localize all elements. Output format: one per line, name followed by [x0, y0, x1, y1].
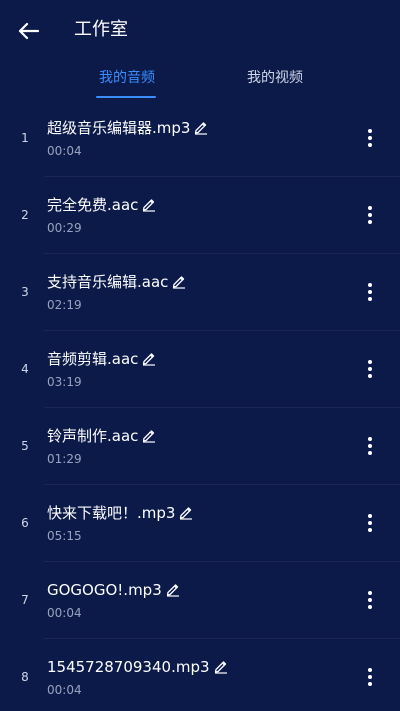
- list-item[interactable]: 5 铃声制作.aac 01:29: [0, 408, 400, 485]
- edit-pencil-icon[interactable]: [193, 119, 209, 135]
- item-index: 6: [21, 516, 29, 530]
- item-index: 3: [21, 285, 29, 299]
- more-vertical-icon: [368, 591, 372, 609]
- item-index: 4: [21, 362, 29, 376]
- item-name-text: 支持音乐编辑.aac: [47, 273, 169, 291]
- edit-pencil-icon[interactable]: [171, 273, 187, 289]
- item-name: GOGOGO!.mp3: [47, 580, 181, 600]
- edit-pencil-icon[interactable]: [213, 658, 229, 674]
- item-name-text: 铃声制作.aac: [47, 427, 139, 445]
- item-name-text: 快来下载吧！.mp3: [47, 504, 176, 522]
- list-item[interactable]: 1 超级音乐编辑器.mp3 00:04: [0, 100, 400, 177]
- more-vertical-icon: [368, 514, 372, 532]
- more-options-button[interactable]: [360, 511, 380, 535]
- item-name: 超级音乐编辑器.mp3: [47, 118, 209, 138]
- item-name: 完全免费.aac: [47, 195, 157, 215]
- list-item[interactable]: 8 1545728709340.mp3 00:04: [0, 639, 400, 711]
- item-duration: 00:04: [47, 144, 82, 158]
- more-vertical-icon: [368, 129, 372, 147]
- edit-pencil-icon[interactable]: [141, 427, 157, 443]
- list-item[interactable]: 4 音频剪辑.aac 03:19: [0, 331, 400, 408]
- item-duration: 03:19: [47, 375, 82, 389]
- more-vertical-icon: [368, 283, 372, 301]
- item-name-text: 音频剪辑.aac: [47, 350, 139, 368]
- item-index: 5: [21, 439, 29, 453]
- item-name: 1545728709340.mp3: [47, 657, 229, 677]
- item-name-text: 1545728709340.mp3: [47, 658, 210, 676]
- back-button[interactable]: [14, 17, 42, 45]
- list-item[interactable]: 6 快来下载吧！.mp3 05:15: [0, 485, 400, 562]
- item-name-text: 完全免费.aac: [47, 196, 139, 214]
- item-index: 7: [21, 593, 29, 607]
- tab-my-audio[interactable]: 我的音频: [96, 68, 158, 88]
- more-vertical-icon: [368, 360, 372, 378]
- item-duration: 00:04: [47, 683, 82, 697]
- item-name-text: GOGOGO!.mp3: [47, 581, 162, 599]
- list-item[interactable]: 3 支持音乐编辑.aac 02:19: [0, 254, 400, 331]
- item-duration: 05:15: [47, 529, 82, 543]
- more-vertical-icon: [368, 206, 372, 224]
- item-name: 音频剪辑.aac: [47, 349, 157, 369]
- item-duration: 00:29: [47, 221, 82, 235]
- list-item[interactable]: 7 GOGOGO!.mp3 00:04: [0, 562, 400, 639]
- more-options-button[interactable]: [360, 203, 380, 227]
- item-duration: 01:29: [47, 452, 82, 466]
- edit-pencil-icon[interactable]: [178, 504, 194, 520]
- item-name: 快来下载吧！.mp3: [47, 503, 194, 523]
- tab-bar: 我的音频 我的视频: [0, 62, 400, 102]
- more-options-button[interactable]: [360, 665, 380, 689]
- app-header: 工作室: [0, 0, 400, 60]
- item-name-text: 超级音乐编辑器.mp3: [47, 119, 191, 137]
- page-title: 工作室: [74, 19, 128, 40]
- item-duration: 00:04: [47, 606, 82, 620]
- item-index: 1: [21, 131, 29, 145]
- edit-pencil-icon[interactable]: [141, 350, 157, 366]
- item-name: 支持音乐编辑.aac: [47, 272, 187, 292]
- more-vertical-icon: [368, 437, 372, 455]
- item-index: 2: [21, 208, 29, 222]
- item-index: 8: [21, 670, 29, 684]
- more-options-button[interactable]: [360, 434, 380, 458]
- more-options-button[interactable]: [360, 126, 380, 150]
- tab-my-video[interactable]: 我的视频: [244, 68, 306, 88]
- more-options-button[interactable]: [360, 588, 380, 612]
- active-tab-indicator: [96, 96, 156, 98]
- more-options-button[interactable]: [360, 280, 380, 304]
- edit-pencil-icon[interactable]: [165, 581, 181, 597]
- list-item[interactable]: 2 完全免费.aac 00:29: [0, 177, 400, 254]
- more-vertical-icon: [368, 668, 372, 686]
- arrow-left-icon: [18, 22, 39, 40]
- item-duration: 02:19: [47, 298, 82, 312]
- item-name: 铃声制作.aac: [47, 426, 157, 446]
- edit-pencil-icon[interactable]: [141, 196, 157, 212]
- more-options-button[interactable]: [360, 357, 380, 381]
